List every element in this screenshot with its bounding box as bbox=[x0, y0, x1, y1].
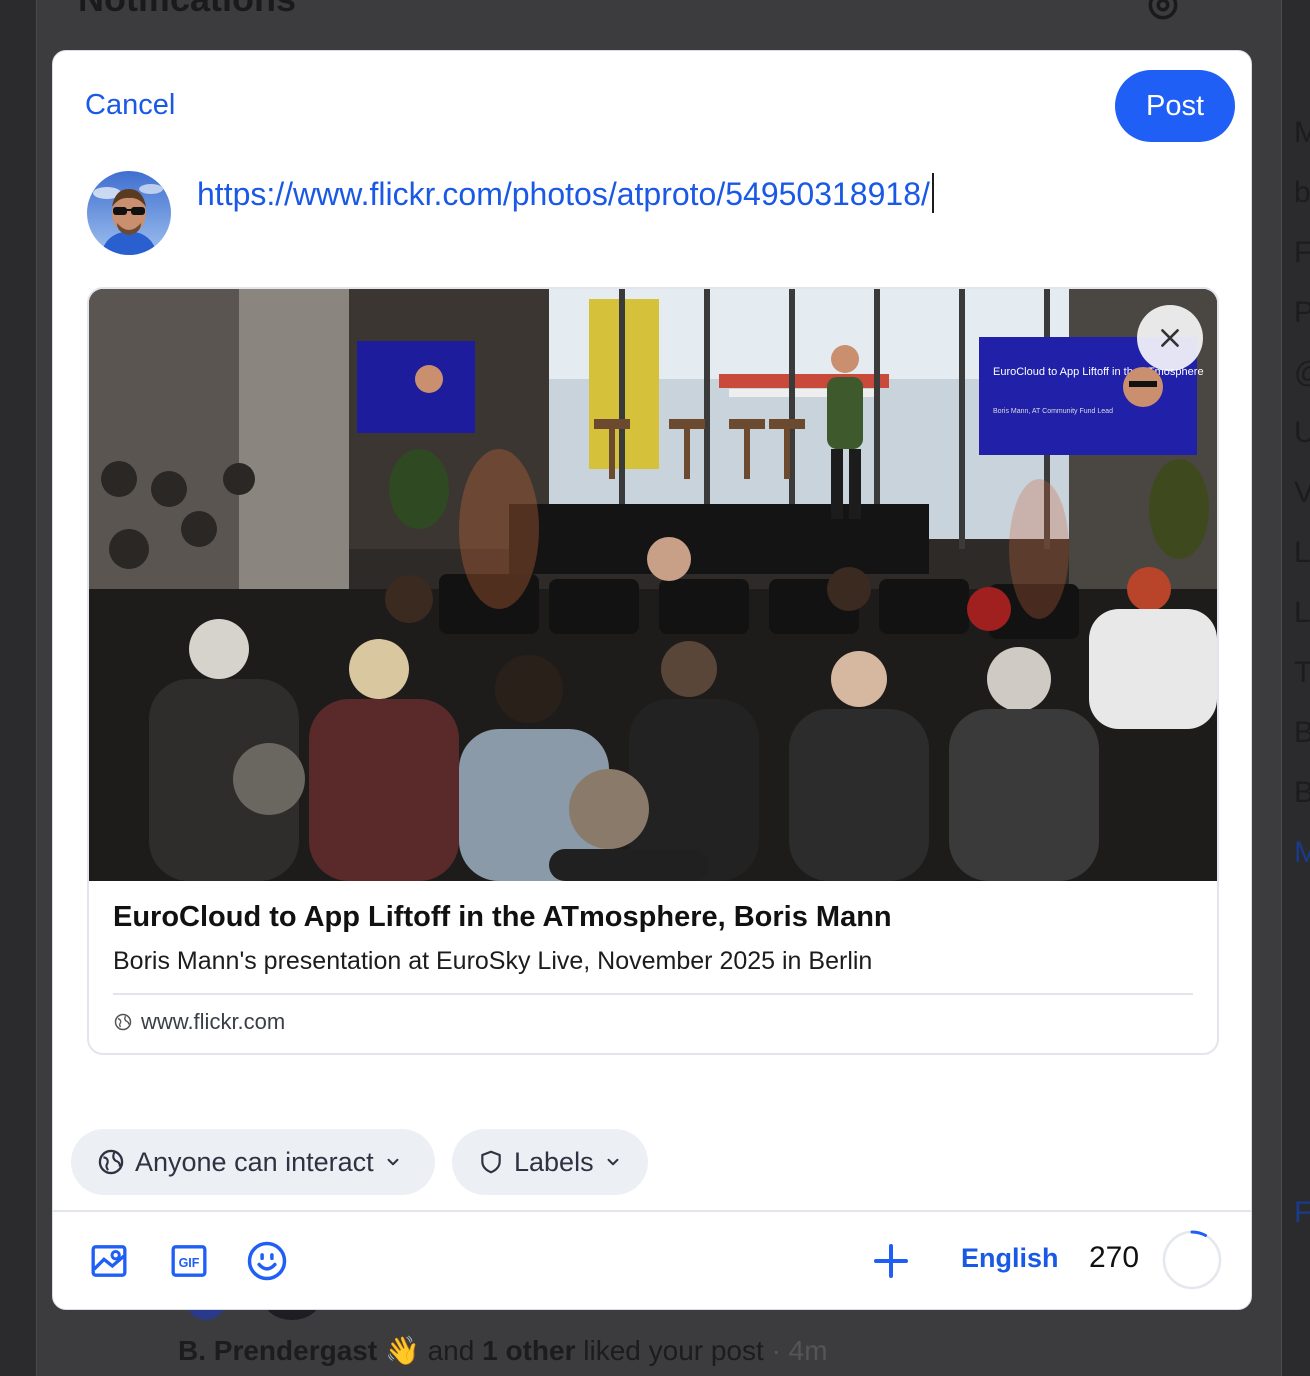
add-thread-post-button[interactable] bbox=[869, 1239, 913, 1283]
sidebar-link[interactable]: F bbox=[1294, 236, 1310, 270]
character-progress-ring bbox=[1162, 1230, 1222, 1290]
notification-action: liked your post bbox=[583, 1335, 764, 1366]
sidebar-link[interactable]: V bbox=[1294, 476, 1310, 510]
globe-icon bbox=[98, 1149, 124, 1175]
link-card-domain-text: www.flickr.com bbox=[141, 1009, 286, 1034]
close-icon bbox=[1161, 329, 1179, 347]
image-icon bbox=[91, 1245, 127, 1277]
add-emoji-button[interactable] bbox=[245, 1239, 289, 1283]
chevron-down-icon bbox=[607, 1158, 619, 1166]
sidebar-link[interactable]: M bbox=[1294, 116, 1310, 150]
avatar bbox=[87, 171, 171, 255]
labels-button[interactable]: Labels bbox=[452, 1129, 648, 1195]
sidebar-link[interactable]: U bbox=[1294, 416, 1310, 450]
labels-label: Labels bbox=[514, 1146, 594, 1177]
link-card-description: Boris Mann's presentation at EuroSky Liv… bbox=[113, 947, 873, 975]
right-sidebar: MbFP@UVLLTBBMF bbox=[1292, 0, 1310, 1376]
sidebar-link[interactable]: @ bbox=[1294, 356, 1310, 390]
slide-subtitle: Boris Mann, AT Community Fund Lead bbox=[993, 408, 1113, 415]
text-caret bbox=[931, 173, 934, 213]
sidebar-link[interactable]: b bbox=[1294, 176, 1310, 210]
shield-icon bbox=[481, 1150, 501, 1174]
character-count: 270 bbox=[1089, 1241, 1140, 1274]
sidebar-link[interactable]: B bbox=[1294, 716, 1310, 750]
emoji-icon bbox=[247, 1241, 287, 1281]
link-card-domain: www.flickr.com bbox=[113, 1009, 285, 1035]
gif-icon: GIF bbox=[171, 1245, 207, 1277]
divider bbox=[113, 993, 1193, 995]
svg-text:GIF: GIF bbox=[179, 1256, 200, 1270]
page-title: Notifications bbox=[78, 0, 296, 20]
sidebar-link[interactable]: L bbox=[1294, 536, 1310, 570]
sidebar-link[interactable]: M bbox=[1294, 836, 1310, 870]
notification-actor: B. Prendergast bbox=[178, 1335, 378, 1366]
globe-icon bbox=[114, 1013, 132, 1031]
sidebar-link[interactable]: F bbox=[1294, 1196, 1310, 1230]
post-button[interactable]: Post bbox=[1115, 70, 1235, 142]
sidebar-link[interactable]: P bbox=[1294, 296, 1310, 330]
cancel-button[interactable]: Cancel bbox=[85, 89, 175, 122]
link-card-title: EuroCloud to App Liftoff in the ATmosphe… bbox=[113, 901, 892, 933]
notification-joiner: and bbox=[427, 1335, 475, 1366]
sidebar-link[interactable]: T bbox=[1294, 656, 1310, 690]
compose-post-dialog: Cancel Post https://www.flickr.com/photo… bbox=[52, 50, 1252, 1310]
plus-icon bbox=[874, 1244, 908, 1278]
post-text-input[interactable]: https://www.flickr.com/photos/atproto/54… bbox=[197, 173, 1227, 213]
notification-time: · 4m bbox=[771, 1335, 828, 1366]
chevron-down-icon bbox=[387, 1158, 399, 1166]
notification-others: 1 other bbox=[482, 1335, 576, 1366]
sidebar-link[interactable]: L bbox=[1294, 596, 1310, 630]
add-image-button[interactable] bbox=[87, 1239, 131, 1283]
interaction-settings-button[interactable]: Anyone can interact bbox=[71, 1129, 435, 1195]
add-gif-button[interactable]: GIF bbox=[167, 1239, 211, 1283]
language-selector[interactable]: English bbox=[961, 1243, 1059, 1274]
wave-emoji: 👋 bbox=[384, 1335, 420, 1366]
interaction-settings-label: Anyone can interact bbox=[135, 1146, 374, 1177]
post-text: https://www.flickr.com/photos/atproto/54… bbox=[197, 176, 930, 212]
sidebar-link[interactable]: B bbox=[1294, 776, 1310, 810]
gear-icon bbox=[1148, 0, 1178, 20]
divider bbox=[53, 1210, 1251, 1212]
notification-item: B. Prendergast 👋 and 1 other liked your … bbox=[178, 1334, 828, 1367]
link-card-thumbnail: EuroCloud to App Liftoff in the ATmosphe… bbox=[89, 289, 1217, 881]
link-card[interactable]: EuroCloud to App Liftoff in the ATmosphe… bbox=[87, 287, 1219, 1055]
remove-embed-button[interactable] bbox=[1137, 305, 1203, 371]
